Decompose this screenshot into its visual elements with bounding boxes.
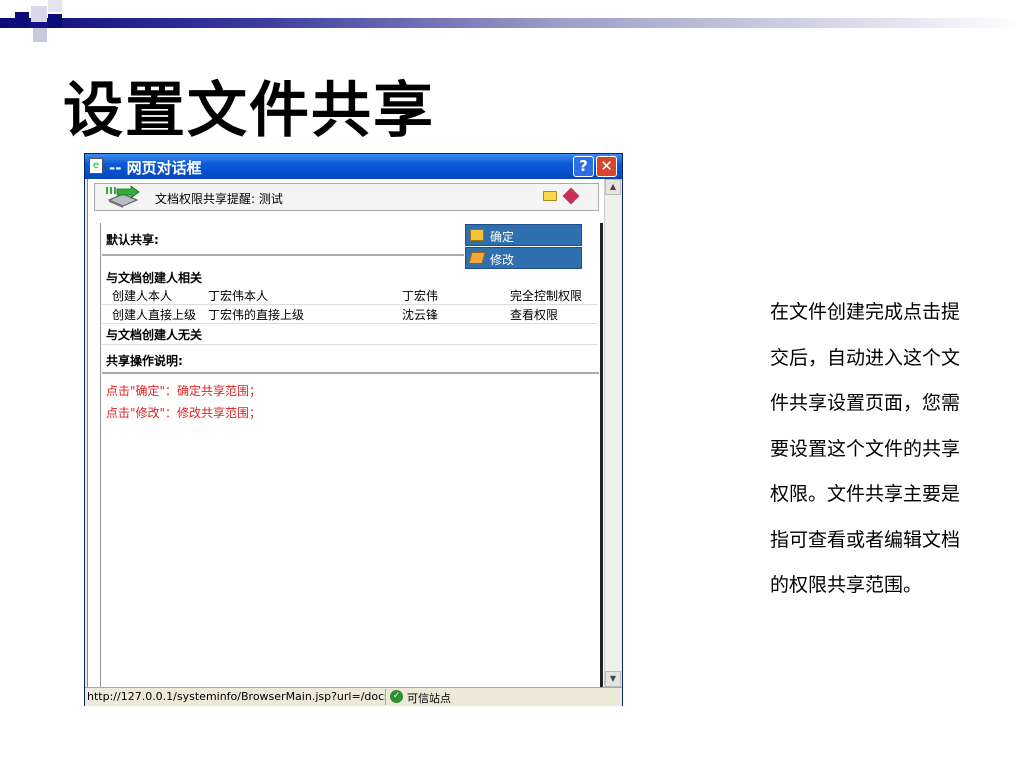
row-role: 创建人本人 [112,289,173,303]
slide-description: 在文件创建完成点击提 交后，自动进入这个文 件共享设置页面，您需 要设置这个文件… [770,290,1006,609]
decor-square [48,14,62,28]
folder-icon[interactable] [543,191,557,201]
panel-border [600,223,603,687]
divider [102,254,464,256]
default-share-label: 默认共享: [106,233,159,247]
row-name: 沈云锋 [402,308,439,322]
ie-page-icon: e [89,158,103,174]
share-arrow-icon [106,185,140,208]
row-who: 丁宏伟本人 [208,289,269,303]
modify-button-label: 修改 [490,253,515,267]
row-role: 创建人直接上级 [112,308,197,322]
tag-icon[interactable] [562,187,580,205]
dialog-title: -- 网页对话框 [109,159,202,177]
edit-icon [468,252,486,264]
status-separator [385,689,386,705]
vertical-scrollbar[interactable]: ▲ ▼ [604,179,621,687]
decor-square [48,0,62,12]
status-url: http://127.0.0.1/systeminfo/BrowserMain.… [87,690,385,703]
web-dialog-window: e -- 网页对话框 ? ✕ 文档权限共享提醒: 测试 确定 修改 默认共享: … [84,153,623,706]
dialog-titlebar[interactable]: e -- 网页对话框 ? ✕ [85,154,622,179]
close-button[interactable]: ✕ [596,156,617,177]
security-zone: 可信站点 [407,692,451,705]
help-button[interactable]: ? [573,156,594,177]
toolbar-label: 文档权限共享提醒: 测试 [155,192,283,206]
status-bar: http://127.0.0.1/systeminfo/BrowserMain.… [85,687,622,706]
description-line: 的权限共享范围。 [770,574,923,596]
instructions-heading: 共享操作说明: [106,354,183,368]
row-name: 丁宏伟 [402,289,439,303]
description-line: 件共享设置页面，您需 [770,392,961,414]
confirm-button-label: 确定 [490,230,515,244]
related-section-heading: 与文档创建人相关 [106,271,203,285]
slide-title: 设置文件共享 [63,76,435,146]
row-divider [102,304,597,305]
scroll-up-icon[interactable]: ▲ [605,179,621,195]
decor-square [31,6,47,22]
header-gradient-bar [0,18,1024,28]
decor-square [15,12,29,26]
description-line: 在文件创建完成点击提 [770,301,961,323]
panel-border [100,223,101,687]
check-shield-icon: ✓ [390,690,403,703]
confirm-icon [470,229,484,241]
row-divider [102,344,597,345]
description-line: 指可查看或者编辑文档 [770,528,961,551]
scroll-down-icon[interactable]: ▼ [605,671,621,687]
description-line: 交后，自动进入这个文 [770,346,961,369]
description-line: 权限。文件共享主要是 [770,483,961,505]
unrelated-section-heading: 与文档创建人无关 [106,328,203,342]
instruction-line: 点击"修改"：修改共享范围； [106,406,262,420]
row-divider [102,323,597,324]
document-toolbar: 文档权限共享提醒: 测试 [94,183,599,211]
row-who: 丁宏伟的直接上级 [208,308,305,322]
divider [102,372,599,374]
instruction-line: 点击"确定"：确定共享范围； [106,384,262,398]
description-line: 要设置这个文件的共享 [770,437,961,460]
confirm-button[interactable]: 确定 [465,224,582,246]
modify-button[interactable]: 修改 [465,247,582,269]
decor-square [33,28,47,42]
row-permission: 查看权限 [510,308,559,322]
dialog-content: 文档权限共享提醒: 测试 确定 修改 默认共享: 与文档创建人相关 创建人本人 … [87,179,604,687]
row-permission: 完全控制权限 [510,289,583,303]
